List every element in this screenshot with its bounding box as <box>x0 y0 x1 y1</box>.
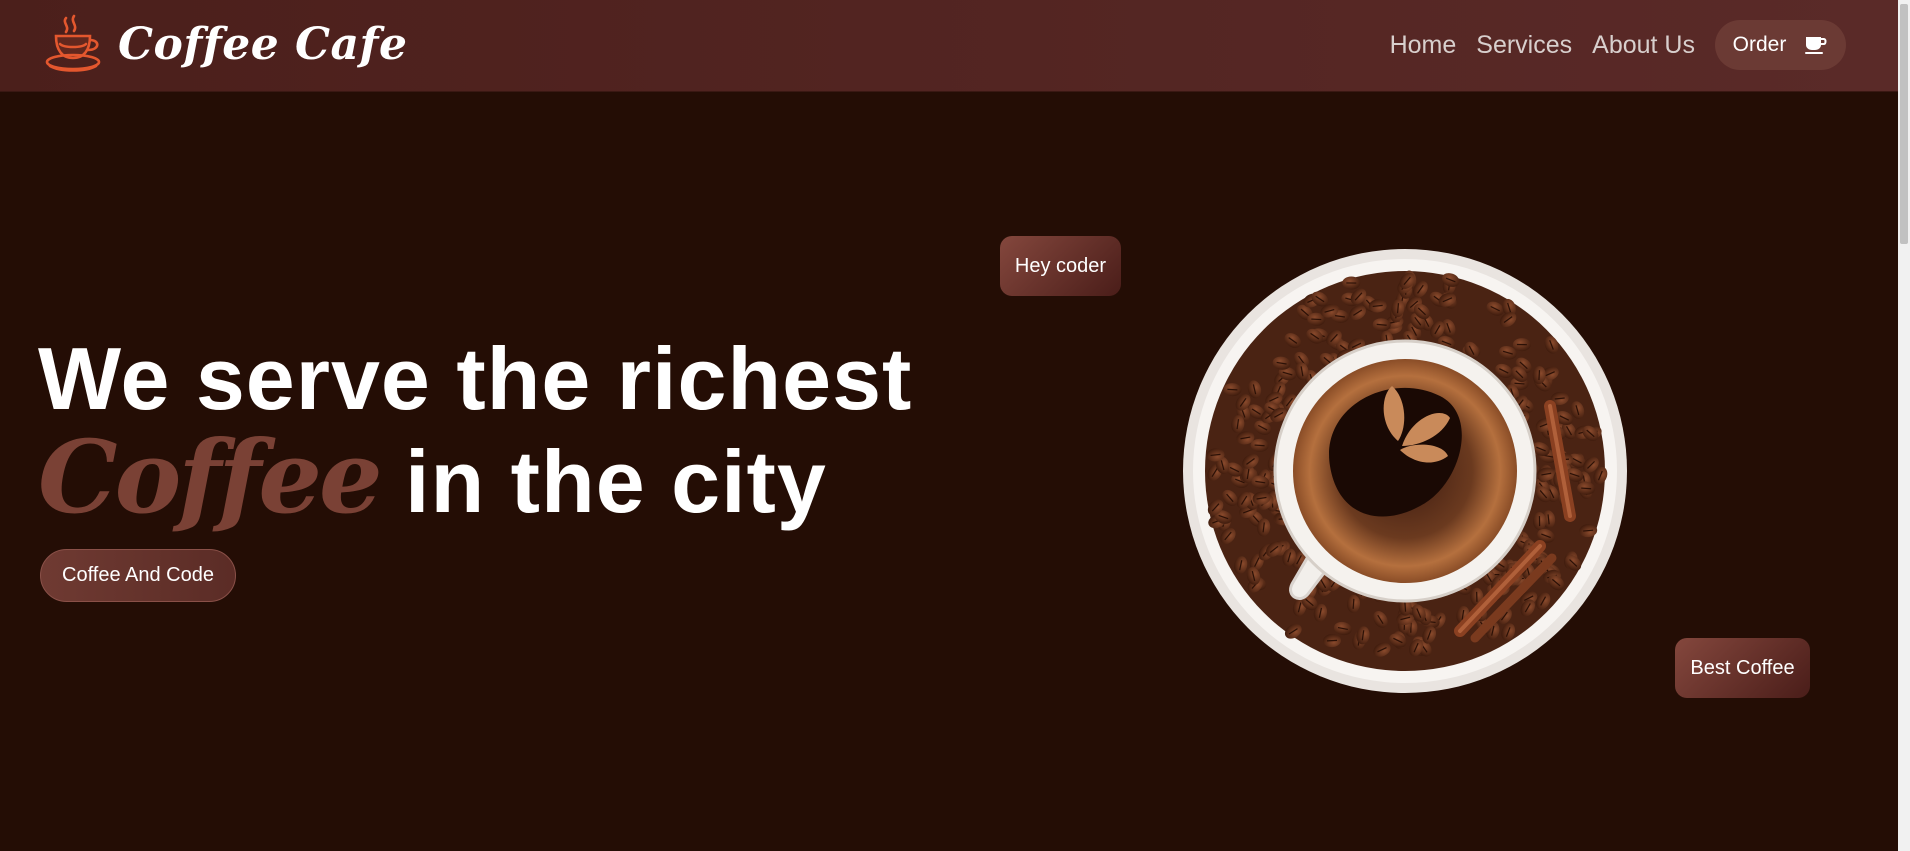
page: Coffee Cafe Home Services About Us Order… <box>0 0 1910 851</box>
nav-link-about-us[interactable]: About Us <box>1592 31 1695 60</box>
coffee-cup-icon <box>1805 37 1827 54</box>
scrollbar[interactable] <box>1898 0 1910 851</box>
brand[interactable]: Coffee Cafe <box>44 14 407 74</box>
hero-title: We serve the richest Coffee in the city <box>38 330 912 531</box>
brand-name: Coffee Cafe <box>118 18 408 70</box>
coffee-and-code-button[interactable]: Coffee And Code <box>40 549 236 602</box>
nav-links: Home Services About Us Order <box>1370 20 1846 70</box>
hero-title-line1: We serve the richest <box>38 329 913 428</box>
hey-coder-badge: Hey coder <box>1000 236 1121 296</box>
order-button[interactable]: Order <box>1715 20 1846 70</box>
order-button-label: Order <box>1732 33 1787 56</box>
hero-title-accent: Coffee <box>38 418 383 536</box>
coffee-cup-on-beans-image <box>1183 249 1627 693</box>
navbar: Coffee Cafe Home Services About Us Order <box>0 0 1898 92</box>
best-coffee-badge: Best Coffee <box>1675 638 1810 698</box>
coffee-cup-logo-icon <box>45 14 101 72</box>
nav-link-home[interactable]: Home <box>1390 31 1457 60</box>
hero-title-line2: in the city <box>379 432 827 531</box>
scrollbar-thumb[interactable] <box>1900 4 1908 244</box>
nav-link-services[interactable]: Services <box>1476 31 1572 60</box>
